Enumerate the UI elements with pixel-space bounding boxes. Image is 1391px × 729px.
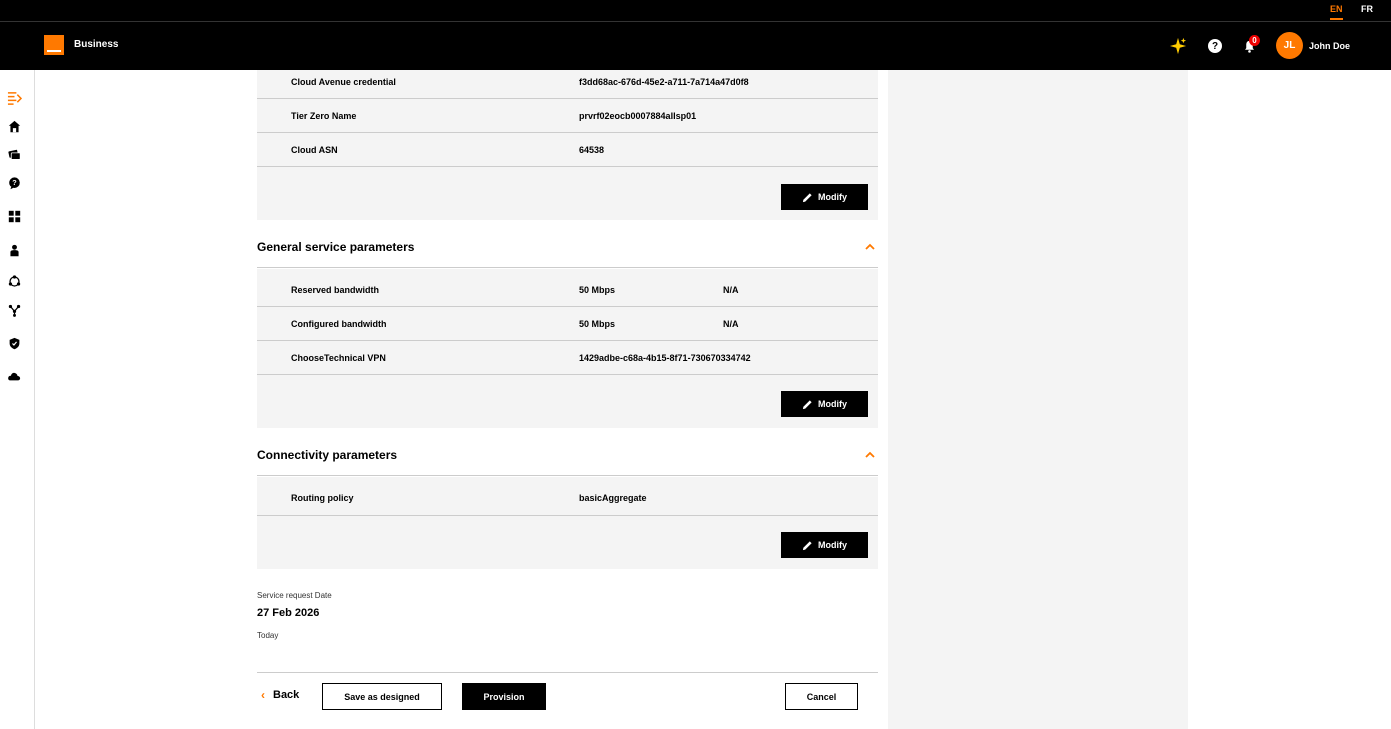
network-sync-icon[interactable] xyxy=(6,273,22,289)
save-as-designed-button[interactable]: Save as designed xyxy=(322,683,442,710)
modify-general-button[interactable]: Modify xyxy=(781,391,868,417)
topology-icon[interactable] xyxy=(6,302,22,318)
ai-sparkle-icon[interactable] xyxy=(1168,36,1188,56)
top-header: Business ? 0 JL John Doe xyxy=(0,22,1391,70)
modify-connectivity-button[interactable]: Modify xyxy=(781,532,868,558)
provision-button[interactable]: Provision xyxy=(462,683,546,710)
row-value: 1429adbe-c68a-4b15-8f71-730670334742 xyxy=(579,353,751,363)
lang-fr-link[interactable]: FR xyxy=(1361,4,1373,14)
help-circle-icon[interactable]: ? xyxy=(6,175,22,191)
modify-label: Modify xyxy=(818,399,847,409)
row-value: 64538 xyxy=(579,145,605,155)
pencil-icon xyxy=(802,192,812,202)
pencil-icon xyxy=(802,399,812,409)
modify-cloud-button[interactable]: Modify xyxy=(781,184,868,210)
row-value: basicAggregate xyxy=(579,493,647,503)
table-row: Reserved bandwidth 50 Mbps N/A xyxy=(257,273,878,307)
row-label: Routing policy xyxy=(291,493,354,503)
table-row: Cloud Avenue credential f3dd68ac-676d-45… xyxy=(257,65,878,99)
brand-name: Business xyxy=(74,39,119,50)
row-value: prvrf02eocb0007884allsp01 xyxy=(579,111,697,121)
user-name[interactable]: John Doe xyxy=(1309,41,1350,51)
connectivity-section-header[interactable]: Connectivity parameters xyxy=(257,438,878,476)
user-icon[interactable] xyxy=(6,242,22,258)
section-title: Connectivity parameters xyxy=(257,448,398,462)
back-link[interactable]: ‹ Back xyxy=(261,688,299,702)
pencil-icon xyxy=(802,540,812,550)
svg-text:?: ? xyxy=(12,178,17,187)
lang-en-link[interactable]: EN xyxy=(1330,4,1343,20)
table-row: ChooseTechnical VPN 1429adbe-c68a-4b15-8… xyxy=(257,341,878,375)
general-section-header[interactable]: General service parameters xyxy=(257,230,878,268)
divider xyxy=(257,672,878,673)
row-label: Tier Zero Name xyxy=(291,111,357,121)
connectivity-parameters-panel: Routing policy basicAggregate Modify xyxy=(257,477,878,569)
orange-logo[interactable] xyxy=(44,35,64,55)
cancel-button[interactable]: Cancel xyxy=(785,683,858,710)
cloud-icon[interactable] xyxy=(6,368,22,384)
service-request-date-hint: Today xyxy=(257,631,279,640)
chevron-up-icon[interactable] xyxy=(864,449,876,461)
service-request-date-value[interactable]: 27 Feb 2026 xyxy=(257,607,319,619)
general-parameters-panel: Reserved bandwidth 50 Mbps N/A Configure… xyxy=(257,269,878,428)
chevron-up-icon[interactable] xyxy=(864,241,876,253)
back-label: Back xyxy=(273,689,300,701)
row-label: ChooseTechnical VPN xyxy=(291,353,386,363)
table-row: Routing policy basicAggregate xyxy=(257,481,878,516)
row-label: Reserved bandwidth xyxy=(291,285,380,295)
avatar[interactable]: JL xyxy=(1276,32,1303,59)
row-label: Cloud ASN xyxy=(291,145,338,155)
menu-toggle-icon[interactable] xyxy=(6,89,22,105)
table-row: Cloud ASN 64538 xyxy=(257,133,878,167)
table-row: Configured bandwidth 50 Mbps N/A xyxy=(257,307,878,341)
row-value: 50 Mbps xyxy=(579,319,616,329)
table-row: Tier Zero Name prvrf02eocb0007884allsp01 xyxy=(257,99,878,133)
row-value-secondary: N/A xyxy=(723,319,739,329)
home-icon[interactable] xyxy=(6,118,22,134)
tickets-icon[interactable] xyxy=(6,146,22,162)
row-value-secondary: N/A xyxy=(723,285,739,295)
row-label: Configured bandwidth xyxy=(291,319,387,329)
shield-icon[interactable] xyxy=(6,335,22,351)
service-request-date-label: Service request Date xyxy=(257,591,332,600)
row-label: Cloud Avenue credential xyxy=(291,77,396,87)
dashboard-icon[interactable] xyxy=(6,208,22,224)
section-title: General service parameters xyxy=(257,240,415,254)
row-value: 50 Mbps xyxy=(579,285,616,295)
notification-badge: 0 xyxy=(1249,35,1260,46)
cloud-parameters-panel: Cloud Avenue credential f3dd68ac-676d-45… xyxy=(257,70,878,220)
chevron-left-icon: ‹ xyxy=(261,688,265,702)
row-value: f3dd68ac-676d-45e2-a711-7a714a47d0f8 xyxy=(579,77,749,87)
modify-label: Modify xyxy=(818,540,847,550)
modify-label: Modify xyxy=(818,192,847,202)
help-icon[interactable]: ? xyxy=(1205,36,1225,56)
sidebar: ? xyxy=(0,70,35,729)
language-bar: EN FR xyxy=(0,0,1391,22)
right-side-panel xyxy=(888,70,1188,729)
